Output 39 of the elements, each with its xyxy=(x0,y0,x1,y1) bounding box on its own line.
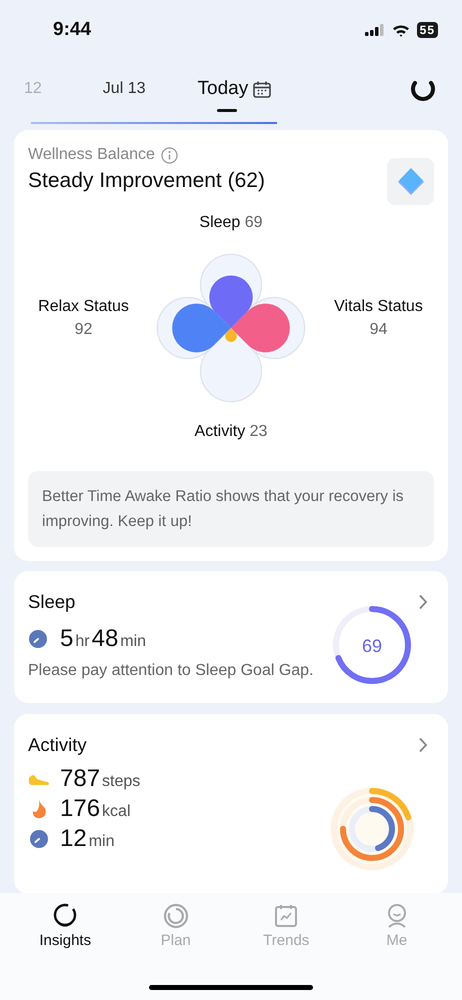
sleep-card[interactable]: Sleep 5 hr48 min Please pay attention to Sleep Goal Gap. 69 xyxy=(14,571,448,703)
petal[interactable] xyxy=(231,304,290,352)
date-tab[interactable]: Today xyxy=(198,74,272,114)
sleep-duration: 5 hr48 min xyxy=(60,625,148,653)
wellness-card[interactable]: Wellness Balance Steady Improvement (62) Sleep 69 Relax Status 92 Vitals Status 94 Activity 23 Better Time Awake Ratio shows that your recovery is improving. Keep it up! xyxy=(14,130,448,561)
status-time: 9:44 xyxy=(53,19,92,41)
clock-icon xyxy=(28,829,50,849)
petal-label: Sleep 69 xyxy=(199,213,263,233)
card-title: Activity xyxy=(28,734,87,756)
section-label: Wellness Balance xyxy=(28,146,155,164)
wifi-icon xyxy=(392,24,410,36)
battery-icon: 55 xyxy=(416,22,438,38)
chevron-right-icon[interactable] xyxy=(418,594,428,610)
info-icon[interactable] xyxy=(160,146,178,164)
petal-label: Activity 23 xyxy=(194,422,268,442)
chevron-right-icon[interactable] xyxy=(418,737,428,753)
calendar-icon xyxy=(253,80,272,98)
chart-icon xyxy=(273,903,300,929)
rings-icon xyxy=(52,903,78,929)
card-title: Sleep xyxy=(28,591,76,613)
petal-label: Relax Status 92 xyxy=(38,297,129,340)
circle-icon xyxy=(162,903,189,929)
petal[interactable] xyxy=(172,304,231,352)
date-tab[interactable]: Jul 13 xyxy=(102,76,146,112)
petal[interactable] xyxy=(209,276,253,328)
wellness-title: Steady Improvement (62) xyxy=(28,169,265,193)
tip-text: Better Time Awake Ratio shows that your recovery is improving. Keep it up! xyxy=(28,471,434,547)
nav-tab[interactable]: Insights xyxy=(10,903,120,949)
petal[interactable] xyxy=(225,328,237,342)
sleep-note: Please pay attention to Sleep Goal Gap. xyxy=(28,661,315,681)
metric-value: 787 steps xyxy=(60,765,142,793)
score-value: 69 xyxy=(362,636,382,656)
petal-label: Vitals Status 94 xyxy=(334,297,423,340)
metric-value: 176 kcal xyxy=(60,795,132,823)
activity-card[interactable]: Activity 787 steps 176 kcal 12 min xyxy=(14,714,448,894)
metric-value: 12 min xyxy=(60,825,116,853)
signal-icon xyxy=(364,24,385,36)
diamond-button[interactable] xyxy=(387,158,434,205)
clock-icon xyxy=(28,629,48,649)
